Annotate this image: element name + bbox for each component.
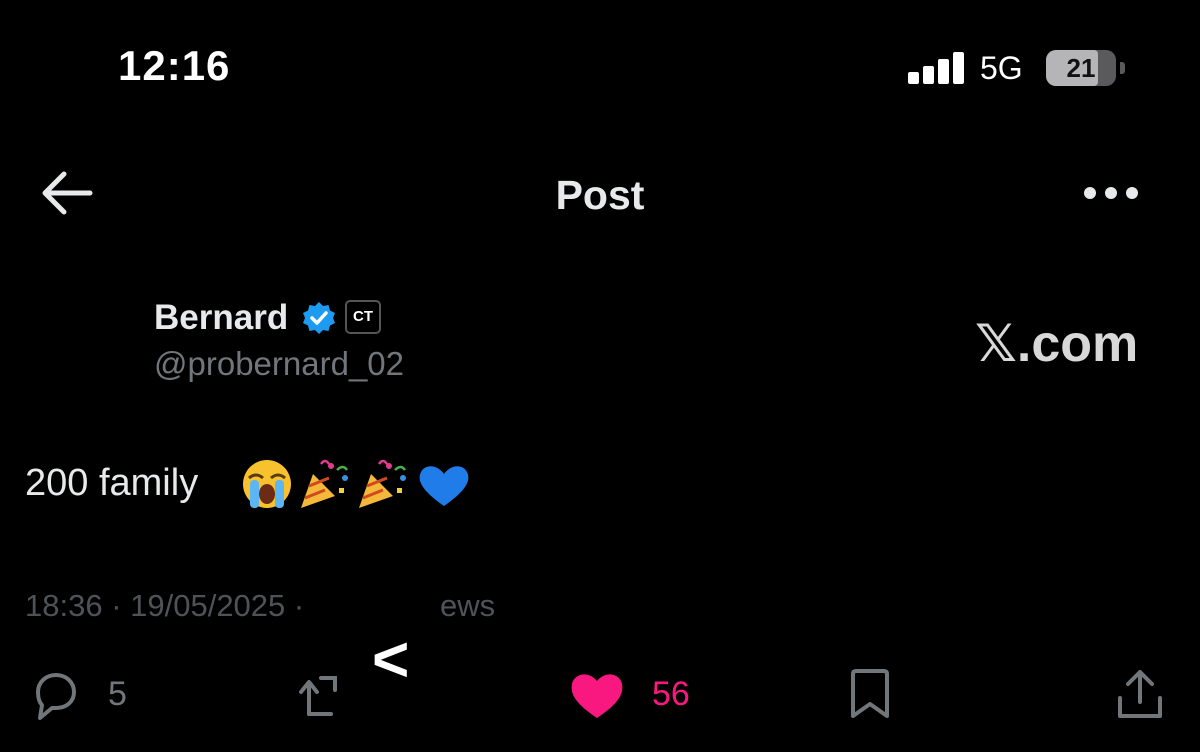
party-popper-icon — [359, 459, 407, 508]
post-timestamp[interactable]: 18:36 · 19/05/2025 · — [25, 588, 304, 624]
page-title: Post — [555, 172, 645, 218]
back-button[interactable] — [40, 170, 94, 216]
watermark-text: 𝕏.com — [975, 315, 1139, 373]
like-button[interactable] — [568, 668, 626, 722]
like-count: 56 — [652, 675, 690, 713]
post-emojis — [243, 459, 469, 508]
more-options-button[interactable] — [1083, 185, 1139, 201]
bookmark-button[interactable] — [848, 668, 892, 720]
share-button[interactable] — [1114, 666, 1166, 722]
author-name[interactable]: Bernard — [154, 298, 288, 338]
retweet-icon — [299, 676, 337, 716]
heart-icon — [571, 674, 623, 718]
arrow-left-icon — [42, 171, 93, 215]
loudly-crying-face-icon — [243, 460, 291, 508]
bookmark-icon — [851, 669, 889, 718]
affiliation-badge[interactable]: CT — [345, 300, 381, 334]
share-icon — [1118, 670, 1162, 718]
reply-icon — [36, 673, 76, 720]
overlay-symbol: < — [372, 623, 410, 695]
author-handle[interactable]: @probernard_02 — [154, 345, 404, 383]
retweet-button[interactable] — [295, 670, 345, 720]
battery-cap — [1120, 62, 1125, 74]
network-type: 5G — [980, 50, 1023, 86]
verified-icon — [303, 302, 335, 334]
post-text: 200 family — [25, 462, 199, 504]
reply-count: 5 — [108, 675, 127, 713]
party-popper-icon — [301, 459, 349, 508]
post-views[interactable]: ews — [440, 588, 495, 624]
reply-button[interactable] — [28, 670, 82, 722]
battery-percent: 21 — [1066, 53, 1096, 83]
more-horizontal-icon — [1084, 187, 1138, 199]
status-time: 12:16 — [118, 42, 231, 89]
battery-icon: 21 — [1046, 50, 1116, 86]
blue-heart-icon — [419, 466, 469, 506]
signal-strength-icon — [908, 52, 966, 84]
verified-badge-icon[interactable] — [301, 300, 337, 336]
